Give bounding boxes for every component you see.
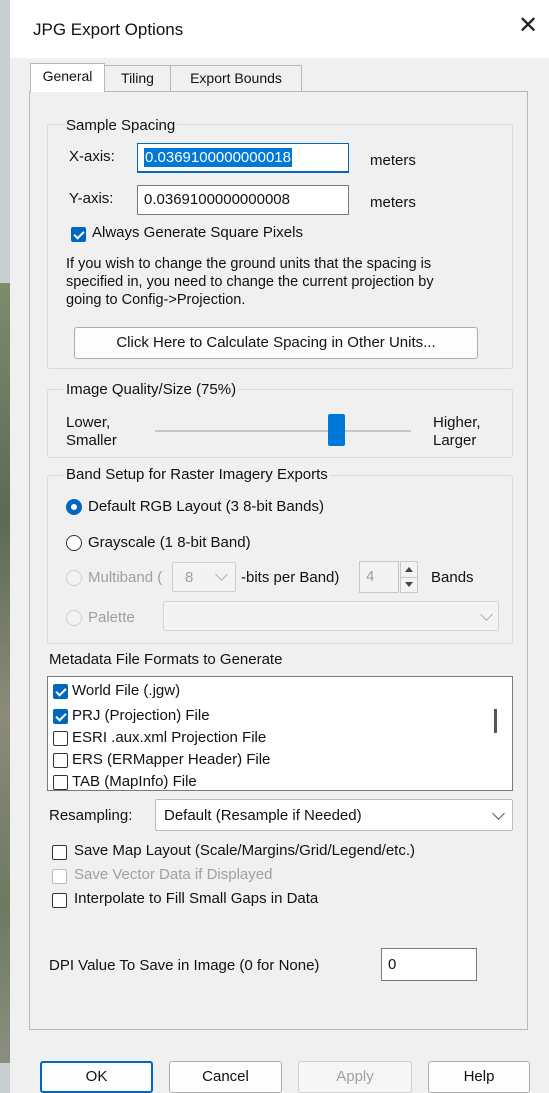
resampling-value: Default (Resample if Needed) [164,807,362,824]
calculate-spacing-button[interactable]: Click Here to Calculate Spacing in Other… [74,327,478,359]
save-vector-checkbox[interactable] [52,869,67,884]
multiband-bands-input[interactable]: 4 [359,561,399,593]
quality-slider-track[interactable] [155,430,411,432]
image-quality-label: Image Quality/Size (75%) [64,381,239,398]
multiband-bands-value: 4 [366,568,375,585]
metadata-listbox[interactable]: World File (.jgw) PRJ (Projection) File … [47,676,513,791]
dialog-title: JPG Export Options [33,20,184,39]
spacing-info-line-3: going to Config->Projection. [66,292,246,308]
y-axis-label: Y-axis: [69,190,114,207]
radio-palette-label: Palette [88,609,135,626]
multiband-bits-select[interactable]: 8 [172,562,236,592]
multiband-bands-label: Bands [431,569,474,586]
spin-up-icon[interactable] [405,567,413,572]
ok-button[interactable]: OK [40,1061,153,1093]
multiband-bits-per-band-label: -bits per Band) [241,569,340,586]
y-axis-input[interactable]: 0.0369100000000008 [137,185,349,215]
square-pixels-label: Always Generate Square Pixels [92,224,303,241]
tab-tiling[interactable]: Tiling [104,65,171,91]
chevron-down-icon [492,807,505,820]
list-item-label: ESRI .aux.xml Projection File [72,729,267,746]
save-layout-label: Save Map Layout (Scale/Margins/Grid/Lege… [74,842,416,859]
radio-palette[interactable] [66,610,82,626]
spinner-divider [401,577,417,578]
interpolate-checkbox[interactable] [52,893,67,908]
dpi-input[interactable]: 0 [381,948,477,981]
radio-multiband-label: Multiband ( [88,569,163,586]
spacing-info-line-2: specified in, you need to change the cur… [66,274,434,290]
listbox-scrollbar-thumb[interactable] [494,709,497,733]
chevron-down-icon [480,608,493,621]
metadata-checkbox-world-file[interactable] [53,684,68,699]
apply-button[interactable]: Apply [298,1061,412,1093]
metadata-checkbox-ers-header[interactable] [53,753,68,768]
spin-down-icon[interactable] [405,582,413,587]
x-axis-input[interactable]: 0.0369100000000018 [137,143,349,173]
interpolate-label: Interpolate to Fill Small Gaps in Data [74,890,319,907]
quality-high-label-2: Larger [433,432,477,449]
radio-grayscale[interactable] [66,535,82,551]
x-axis-value: 0.0369100000000018 [144,148,292,167]
quality-low-label-1: Lower, [66,414,111,431]
save-vector-label: Save Vector Data if Displayed [74,866,273,883]
multiband-spinner[interactable] [400,561,418,593]
radio-grayscale-label: Grayscale (1 8-bit Band) [88,534,251,551]
x-axis-unit: meters [370,152,416,169]
cancel-button[interactable]: Cancel [169,1061,282,1093]
radio-default-rgb[interactable] [66,499,82,515]
metadata-checkbox-tab-file[interactable] [53,775,68,790]
radio-default-rgb-label: Default RGB Layout (3 8-bit Bands) [88,498,324,515]
close-icon[interactable]: ✕ [516,14,540,38]
list-item-label: PRJ (Projection) File [72,707,210,724]
spacing-info-line-1: If you wish to change the ground units t… [66,256,432,272]
chevron-down-icon [215,568,228,581]
square-pixels-checkbox[interactable] [71,227,86,242]
quality-high-label-1: Higher, [433,414,481,431]
background-image [0,283,10,1063]
palette-select[interactable] [163,601,499,631]
tab-export-bounds[interactable]: Export Bounds [170,65,302,91]
list-item-label: TAB (MapInfo) File [72,773,197,790]
metadata-checkbox-esri-aux[interactable] [53,731,68,746]
sample-spacing-label: Sample Spacing [64,117,178,134]
resampling-label: Resampling: [49,807,133,824]
x-axis-label: X-axis: [69,148,115,165]
help-button[interactable]: Help [428,1061,530,1093]
band-setup-label: Band Setup for Raster Imagery Exports [64,466,330,483]
quality-slider-thumb[interactable] [328,414,345,446]
resampling-select[interactable]: Default (Resample if Needed) [155,799,513,831]
metadata-label: Metadata File Formats to Generate [49,651,283,668]
radio-multiband[interactable] [66,570,82,586]
multiband-bits-value: 8 [185,569,194,586]
metadata-checkbox-prj-file[interactable] [53,709,68,724]
dpi-label: DPI Value To Save in Image (0 for None) [49,957,320,974]
list-item-label: World File (.jgw) [72,682,181,699]
y-axis-unit: meters [370,194,416,211]
tab-general[interactable]: General [30,63,105,92]
save-layout-checkbox[interactable] [52,845,67,860]
quality-low-label-2: Smaller [66,432,117,449]
list-item-label: ERS (ERMapper Header) File [72,751,271,768]
